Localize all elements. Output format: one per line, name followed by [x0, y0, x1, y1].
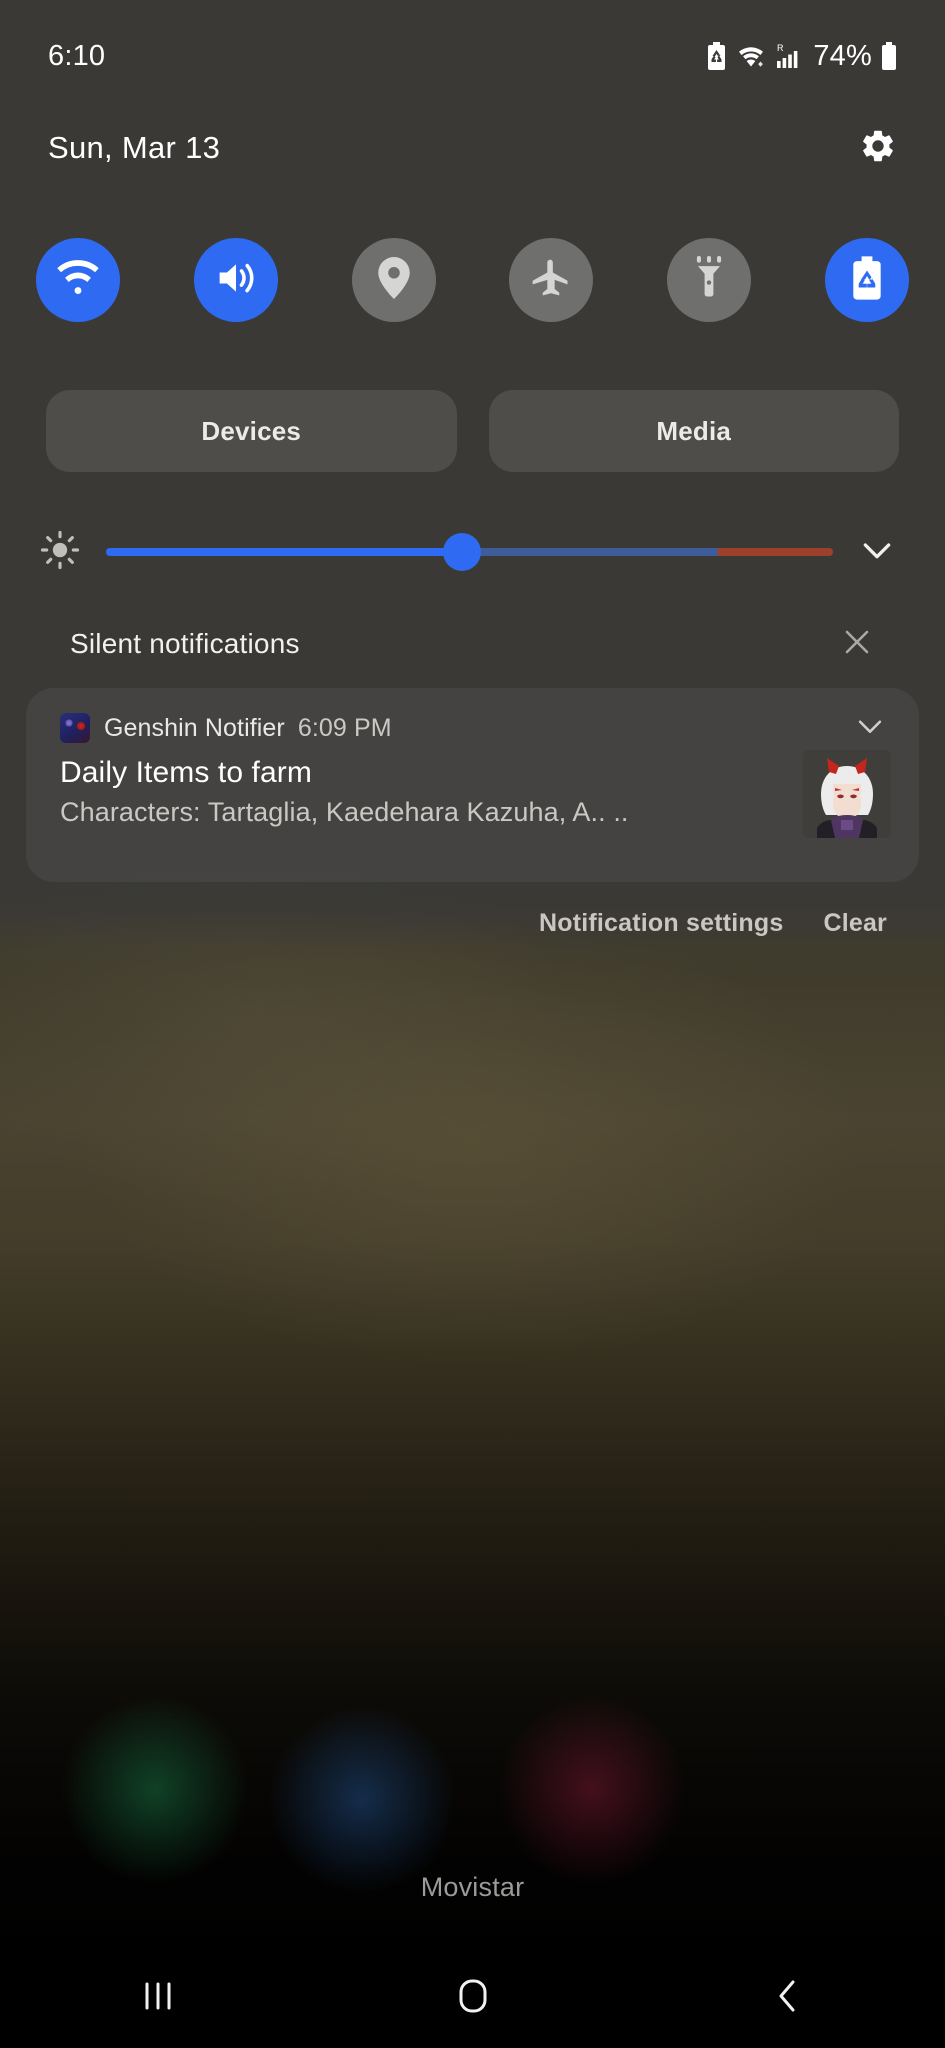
flashlight-icon [690, 255, 728, 305]
wifi-icon [55, 259, 101, 302]
quick-tile-power-saving[interactable] [824, 238, 909, 322]
shortcut-pills: Devices Media [0, 390, 945, 472]
notification-app-name: Genshin Notifier [104, 713, 285, 742]
battery-recycle-icon [849, 255, 885, 305]
roaming-signal-icon: R [775, 42, 801, 70]
date-label: Sun, Mar 13 [48, 130, 221, 165]
character-portrait-thumbnail [803, 750, 891, 838]
notification-settings-button[interactable]: Notification settings [539, 909, 783, 938]
notification-title: Daily Items to farm [60, 756, 312, 789]
silent-notifications-header: Silent notifications [0, 612, 945, 676]
phone-screen: 6:10 R 74% Sun, Mar 13 Devices Media Sil… [0, 0, 945, 2048]
slider-fill [106, 548, 463, 556]
battery-icon [881, 42, 897, 70]
media-button[interactable]: Media [488, 390, 899, 472]
slider-warm-segment [716, 548, 833, 556]
location-pin-icon [377, 256, 411, 304]
genshin-notifier-app-icon [60, 713, 90, 743]
notification-body: Daily Items to farm Characters: Tartagli… [60, 750, 893, 838]
notification-footer-actions: Notification settings Clear [0, 898, 945, 948]
home-icon [455, 1976, 491, 2021]
brightness-row [0, 512, 945, 592]
quick-tile-sound[interactable] [193, 238, 278, 322]
silent-notifications-label: Silent notifications [70, 628, 300, 659]
status-bar-clock: 6:10 [48, 39, 106, 72]
back-icon [772, 1977, 804, 2020]
notification-card[interactable]: Genshin Notifier 6:09 PM Daily Items to … [26, 688, 919, 882]
quick-tile-location[interactable] [351, 238, 436, 322]
close-icon[interactable] [841, 626, 873, 663]
back-button[interactable] [630, 1948, 945, 2048]
shade-header: Sun, Mar 13 [0, 112, 945, 184]
clear-button[interactable]: Clear [823, 909, 887, 938]
chevron-down-icon[interactable] [849, 530, 905, 575]
gear-icon[interactable] [859, 127, 897, 170]
notification-text: Characters: Tartaglia, Kaedehara Kazuha,… [60, 797, 629, 827]
airplane-icon [529, 256, 573, 305]
recents-icon [141, 1978, 175, 2019]
quick-tile-airplane-mode[interactable] [509, 238, 594, 322]
notification-time: 6:09 PM [297, 713, 392, 742]
home-button[interactable] [315, 1948, 630, 2048]
svg-text:R: R [777, 43, 784, 53]
quick-settings-tiles [0, 238, 945, 322]
volume-icon [214, 258, 258, 303]
brightness-sun-icon [40, 530, 80, 575]
battery-percentage-label: 74% [813, 39, 872, 72]
chevron-down-icon[interactable] [853, 709, 893, 748]
carrier-label: Movistar [420, 1872, 525, 1902]
wifi-icon [736, 43, 766, 69]
quick-tile-wifi[interactable] [36, 238, 120, 322]
status-bar-icons: R 74% [706, 40, 897, 73]
status-bar: 6:10 R 74% [0, 0, 945, 112]
recents-button[interactable] [0, 1948, 315, 2048]
brightness-slider[interactable] [106, 512, 833, 592]
slider-thumb[interactable] [443, 533, 482, 571]
devices-button[interactable]: Devices [46, 390, 457, 472]
quick-tile-flashlight[interactable] [667, 238, 752, 322]
notification-header: Genshin Notifier 6:09 PM [60, 706, 893, 750]
navigation-bar [0, 1948, 945, 2048]
battery-saver-icon [706, 42, 727, 70]
